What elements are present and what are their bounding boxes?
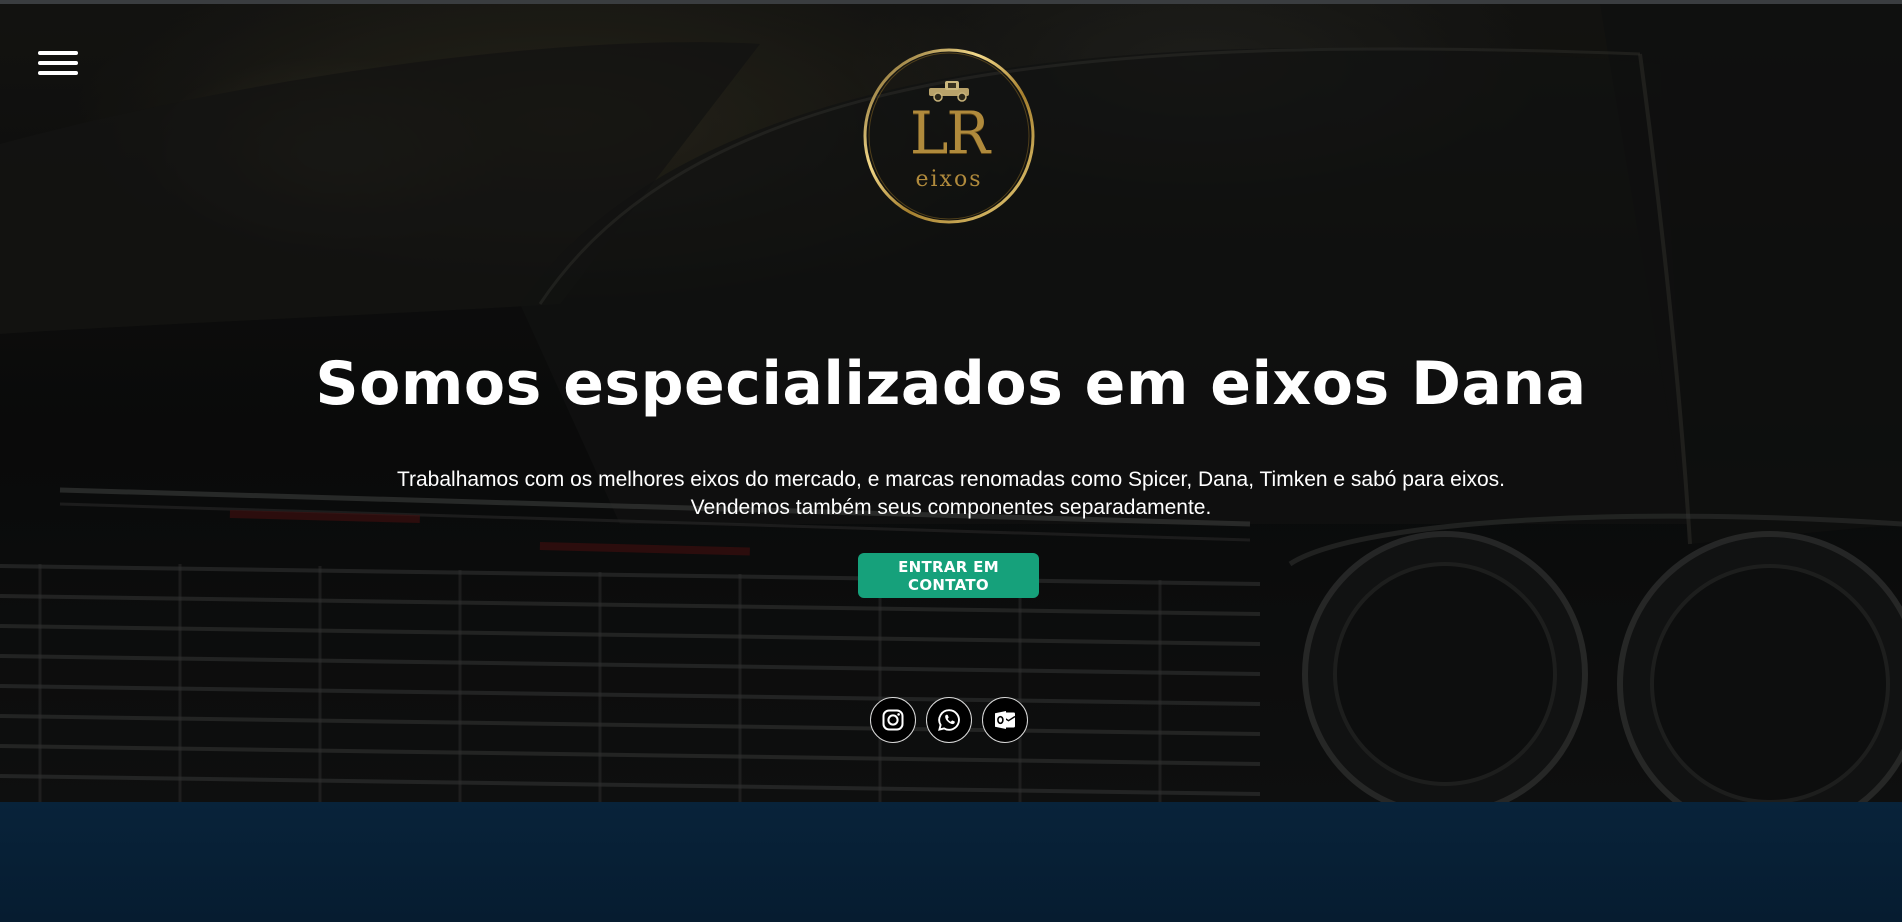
hero-section: LR eixos Somos especializados em eixos D…	[0, 4, 1902, 802]
instagram-link[interactable]	[870, 697, 916, 743]
outlook-link[interactable]	[982, 697, 1028, 743]
hero-description-line-2: Vendemos também seus componentes separad…	[690, 496, 1212, 519]
hamburger-menu-icon[interactable]	[38, 51, 80, 79]
whatsapp-link[interactable]	[926, 697, 972, 743]
hero-headline: Somos especializados em eixos Dana	[315, 349, 1587, 419]
social-links	[870, 697, 1032, 743]
browser-top-strip	[0, 0, 1902, 4]
logo-monogram: LR	[909, 99, 990, 167]
hero-description-line-1: Trabalhamos com os melhores eixos do mer…	[396, 468, 1506, 491]
hero-description: Trabalhamos com os melhores eixos do mer…	[300, 466, 1602, 522]
next-section	[0, 802, 1902, 922]
logo-subtitle: eixos	[915, 167, 983, 192]
instagram-icon	[882, 709, 904, 731]
brand-logo[interactable]: LR eixos	[861, 46, 1037, 226]
landing-page: LR eixos Somos especializados em eixos D…	[0, 0, 1902, 922]
contact-cta-button[interactable]: ENTRAR EM CONTATO	[858, 553, 1039, 598]
whatsapp-icon	[938, 709, 960, 731]
outlook-mail-icon	[995, 711, 1016, 729]
